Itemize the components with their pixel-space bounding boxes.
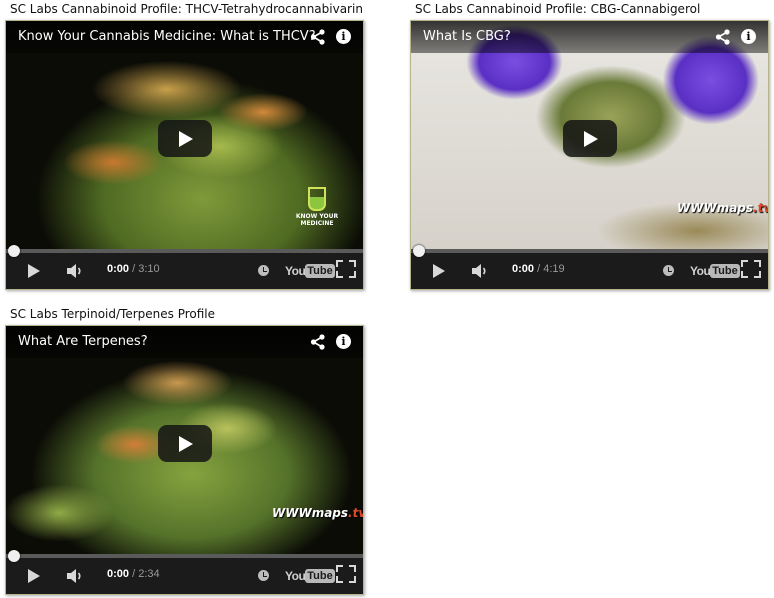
info-icon[interactable]: i — [741, 29, 756, 44]
volume-icon[interactable] — [66, 568, 84, 584]
time-display: 0:00 / 2:34 — [107, 568, 160, 580]
play-icon[interactable] — [433, 264, 445, 278]
video-title[interactable]: Know Your Cannabis Medicine: What is THC… — [18, 29, 316, 44]
info-icon[interactable]: i — [336, 29, 351, 44]
progress-bar[interactable] — [6, 554, 363, 558]
watch-later-icon[interactable] — [663, 265, 674, 276]
duration: / 2:34 — [132, 568, 160, 580]
current-time: 0:00 — [107, 263, 130, 275]
progress-bar[interactable] — [6, 249, 363, 253]
info-icon[interactable]: i — [336, 334, 351, 349]
progress-bar[interactable] — [411, 249, 768, 253]
video-title-bar: What Is CBG? i — [411, 21, 768, 53]
test-tube-icon — [308, 187, 326, 211]
youtube-logo-tube: Tube — [305, 263, 335, 278]
fullscreen-icon[interactable] — [336, 565, 356, 583]
youtube-logo[interactable]: You Tube — [690, 262, 740, 278]
volume-icon[interactable] — [66, 263, 84, 279]
watermark-logo: WWWmaps.tv — [677, 201, 768, 215]
share-icon[interactable] — [714, 28, 732, 46]
video-caption-cbg: SC Labs Cannabinoid Profile: CBG-Cannabi… — [415, 2, 701, 16]
video-player-thcv[interactable]: Know Your Cannabis Medicine: What is THC… — [5, 20, 364, 290]
video-player-terpenes[interactable]: What Are Terpenes? i WWWmaps.tv 0:00 / 2… — [5, 325, 364, 595]
video-caption-terpenes: SC Labs Terpinoid/Terpenes Profile — [10, 307, 216, 321]
control-bar: 0:00 / 4:19 You Tube — [411, 245, 768, 289]
play-icon[interactable] — [28, 264, 40, 278]
youtube-logo[interactable]: You Tube — [285, 262, 335, 278]
fullscreen-icon[interactable] — [741, 260, 761, 278]
volume-icon[interactable] — [471, 263, 489, 279]
youtube-logo[interactable]: You Tube — [285, 567, 335, 583]
know-your-medicine-logo: KNOW YOUR MEDICINE — [282, 187, 352, 227]
watermark-suffix: .tv — [753, 201, 768, 215]
video-title-bar: What Are Terpenes? i — [6, 326, 363, 358]
watermark-suffix: .tv — [348, 506, 363, 520]
current-time: 0:00 — [512, 263, 535, 275]
video-title[interactable]: What Are Terpenes? — [18, 334, 148, 349]
watermark-text: KNOW YOUR MEDICINE — [295, 213, 339, 227]
youtube-logo-you: You — [690, 263, 711, 278]
fullscreen-icon[interactable] — [336, 260, 356, 278]
share-icon[interactable] — [309, 333, 327, 351]
video-title-bar: Know Your Cannabis Medicine: What is THC… — [6, 21, 363, 53]
youtube-logo-you: You — [285, 568, 306, 583]
watermark-logo: WWWmaps.tv — [272, 506, 363, 520]
time-display: 0:00 / 3:10 — [107, 263, 160, 275]
video-player-cbg[interactable]: What Is CBG? i WWWmaps.tv 0:00 / 4:19 Yo… — [410, 20, 769, 290]
watermark-text: WWWmaps — [677, 201, 754, 215]
youtube-logo-tube: Tube — [305, 568, 335, 583]
watch-later-icon[interactable] — [258, 265, 269, 276]
share-icon[interactable] — [309, 28, 327, 46]
scrubber-handle[interactable] — [8, 245, 20, 257]
video-title[interactable]: What Is CBG? — [423, 29, 511, 44]
play-button[interactable] — [158, 425, 212, 462]
duration: / 3:10 — [132, 263, 160, 275]
play-button[interactable] — [158, 120, 212, 157]
watermark-text: WWWmaps — [272, 506, 349, 520]
play-button[interactable] — [563, 120, 617, 157]
time-display: 0:00 / 4:19 — [512, 263, 565, 275]
youtube-logo-tube: Tube — [710, 263, 740, 278]
duration: / 4:19 — [537, 263, 565, 275]
current-time: 0:00 — [107, 568, 130, 580]
scrubber-handle[interactable] — [8, 550, 20, 562]
control-bar: 0:00 / 3:10 You Tube — [6, 245, 363, 289]
video-caption-thcv: SC Labs Cannabinoid Profile: THCV-Tetrah… — [10, 2, 363, 16]
control-bar: 0:00 / 2:34 You Tube — [6, 550, 363, 594]
watch-later-icon[interactable] — [258, 570, 269, 581]
youtube-logo-you: You — [285, 263, 306, 278]
scrubber-handle[interactable] — [413, 245, 425, 257]
play-icon[interactable] — [28, 569, 40, 583]
